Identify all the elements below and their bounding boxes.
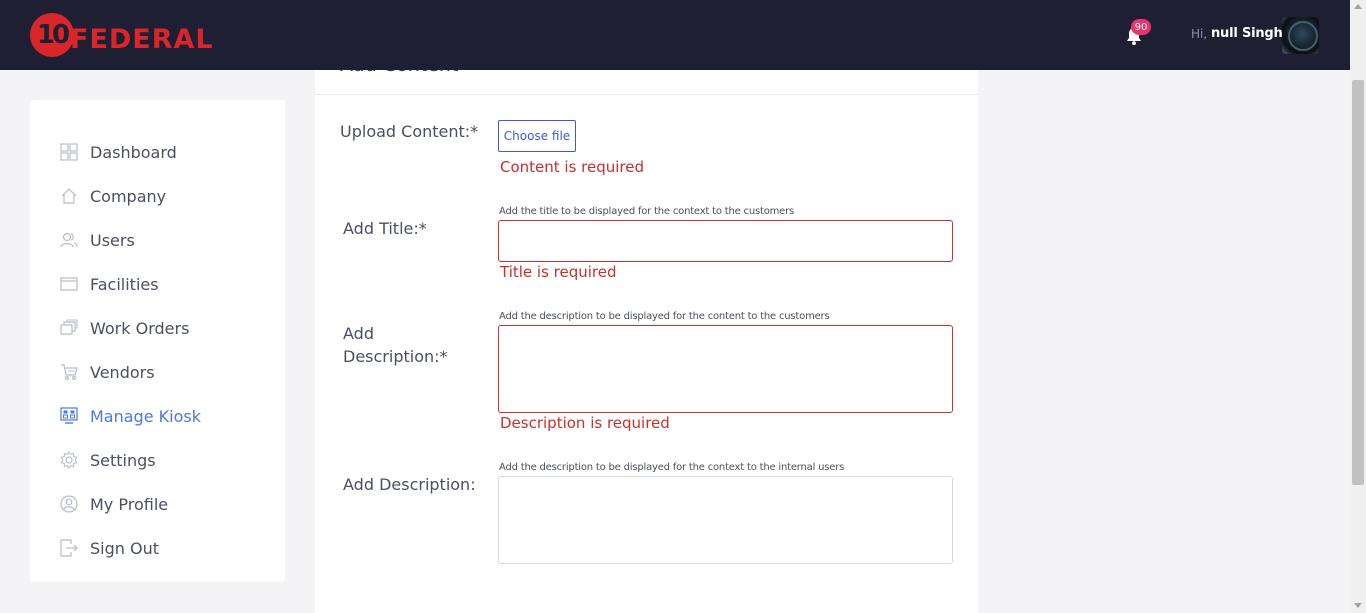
sidebar-item-sign-out[interactable]: Sign Out [60,536,159,560]
add-internal-description-label: Add Description: [343,475,476,494]
sidebar-item-work-orders[interactable]: Work Orders [60,316,189,340]
sidebar-item-manage-kiosk[interactable]: Manage Kiosk [60,404,201,428]
sidebar-item-company[interactable]: Company [60,184,166,208]
sidebar: Dashboard Company Users Facilities Work … [30,100,285,582]
description-textarea[interactable] [498,325,953,413]
top-bar: 10 FEDERAL 90 Hi, null Singh [0,0,1350,70]
description-hint-text: Add the description to be displayed for … [499,311,830,322]
sidebar-item-facilities[interactable]: Facilities [60,272,159,296]
gear-icon [60,451,78,469]
sign-out-icon [60,539,78,557]
internal-description-textarea[interactable] [498,476,953,564]
avatar[interactable] [1282,17,1319,54]
content-error-text: Content is required [500,158,645,176]
dashboard-icon [60,143,78,161]
logo-badge: 10 [30,13,74,57]
users-icon [60,232,78,248]
kiosk-icon [60,407,78,424]
sidebar-item-my-profile[interactable]: My Profile [60,492,168,516]
username[interactable]: null Singh [1211,26,1283,41]
notification-count-badge: 90 [1131,19,1151,35]
add-description-label-line1: Add [343,324,374,343]
sidebar-item-settings[interactable]: Settings [60,448,156,472]
sidebar-item-label: My Profile [90,494,169,514]
work-orders-icon [60,319,78,335]
logo-text: FEDERAL [70,23,214,55]
federal-logo[interactable]: 10 FEDERAL [30,13,214,57]
description-error-text: Description is required [500,414,670,432]
sidebar-item-vendors[interactable]: Vendors [60,360,155,384]
sidebar-item-label: Dashboard [90,142,177,162]
greeting-text: Hi, [1191,27,1208,41]
sidebar-item-label: Work Orders [90,318,190,338]
title-hint-text: Add the title to be displayed for the co… [499,206,795,217]
sidebar-item-label: Vendors [90,362,155,382]
add-description-label-line2: Description:* [343,347,448,366]
profile-icon [60,495,78,513]
title-error-text: Title is required [500,263,617,281]
upload-content-label: Upload Content:* [340,122,479,141]
add-title-label: Add Title:* [343,219,427,238]
sidebar-item-label: Manage Kiosk [90,406,201,426]
sidebar-item-users[interactable]: Users [60,228,135,252]
sidebar-item-label: Facilities [90,274,159,294]
sidebar-item-label: Company [90,186,167,206]
home-icon [61,188,77,204]
scroll-up-arrow-icon[interactable] [1354,4,1362,9]
scrollbar-thumb[interactable] [1352,80,1364,485]
internal-description-hint-text: Add the description to be displayed for … [499,462,845,473]
scroll-down-arrow-icon[interactable] [1354,603,1362,608]
choose-file-button[interactable]: Choose file [498,120,576,152]
facilities-icon [60,277,78,291]
sidebar-item-label: Sign Out [90,538,159,558]
sidebar-item-label: Users [90,230,135,250]
sidebar-item-dashboard[interactable]: Dashboard [60,140,177,164]
cart-icon [61,364,78,381]
title-input[interactable] [498,220,953,262]
sidebar-item-label: Settings [90,450,156,470]
